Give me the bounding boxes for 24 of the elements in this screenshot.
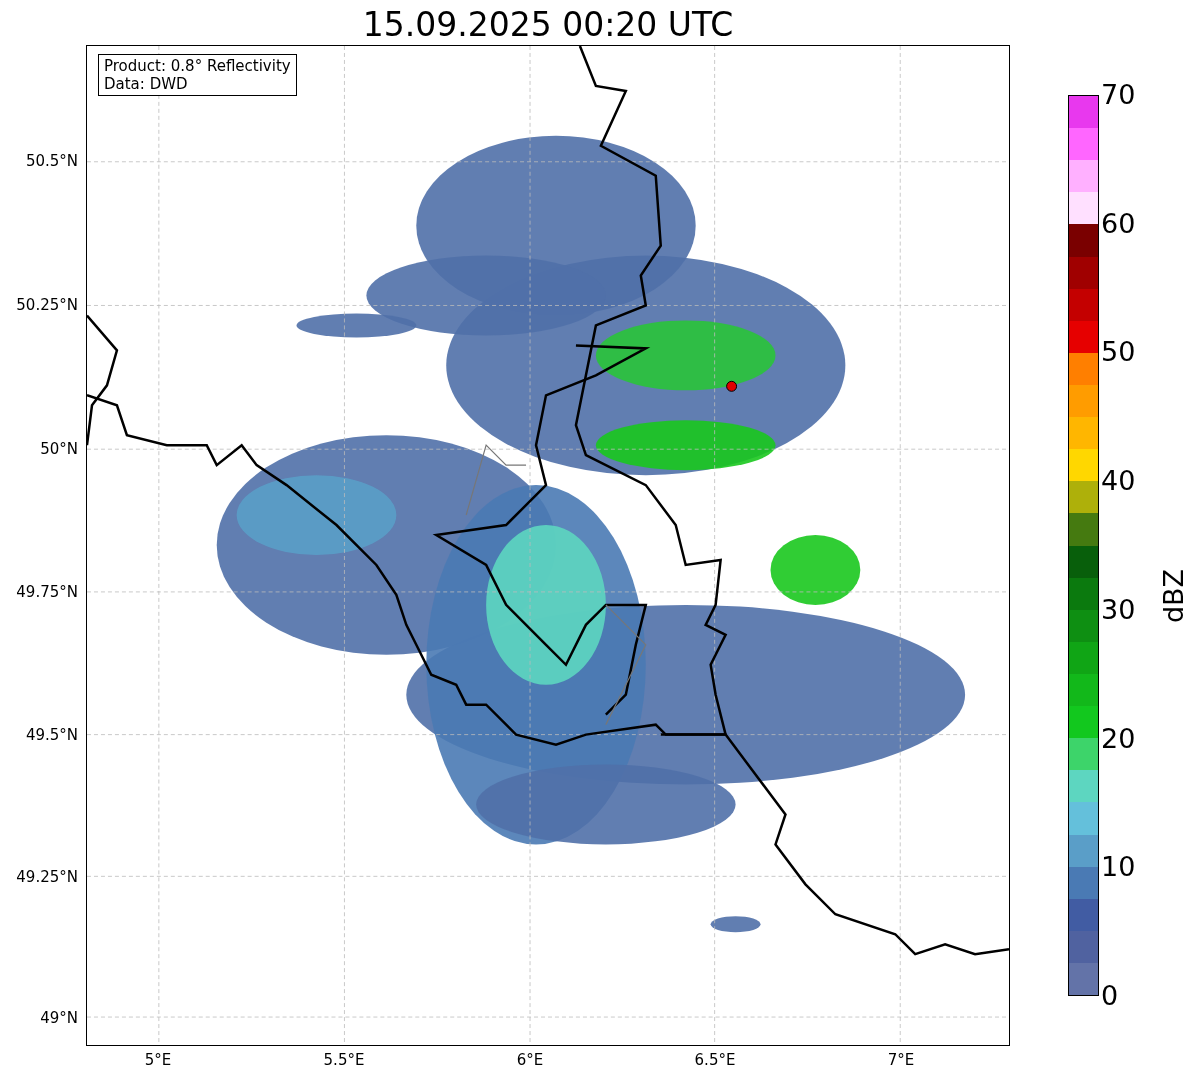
latitude-label: 50.5°N	[25, 152, 78, 170]
info-text: Data: DWD	[104, 75, 189, 93]
latitude-label: 49.5°N	[25, 726, 78, 744]
longitude-label: 6.5°E	[694, 1051, 736, 1069]
colorbar-tick-label: 70	[1101, 80, 1136, 110]
colorbar-tick-label: 30	[1101, 594, 1136, 625]
latitude-label: 49.75°N	[16, 583, 78, 601]
colorbar-tick-label: 60	[1101, 208, 1136, 239]
colorbar-tick-label: 0	[1101, 981, 1119, 1011]
latitude-label: 49.25°N	[16, 868, 78, 886]
chart-title: 15.09.2025 00:20 UTC	[362, 5, 734, 45]
colorbar-label: dBZ	[1159, 568, 1190, 623]
colorbar-tick-label: 50	[1101, 337, 1136, 368]
colorbar-tick-label: 40	[1101, 466, 1136, 497]
longitude-label: 6°E	[516, 1051, 544, 1069]
info-text: Product: 0.8° Reflectivity	[104, 57, 291, 75]
latitude-label: 49°N	[40, 1009, 78, 1027]
longitude-label: 7°E	[887, 1051, 915, 1069]
longitude-label: 5°E	[144, 1051, 172, 1069]
latitude-label: 50°N	[40, 440, 78, 458]
colorbar-tick-label: 10	[1101, 852, 1136, 883]
longitude-label: 5.5°E	[323, 1051, 365, 1069]
colorbar-tick-label: 20	[1101, 723, 1136, 754]
latitude-label: 50.25°N	[16, 296, 78, 314]
